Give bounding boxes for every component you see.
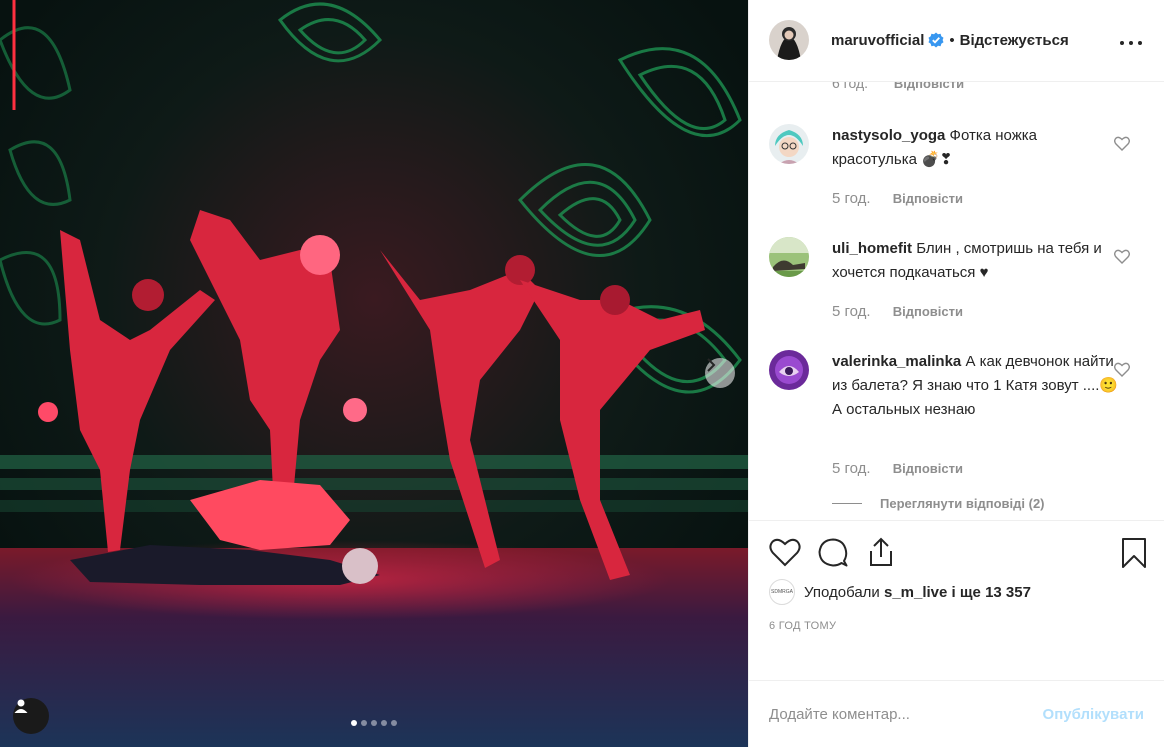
carousel-dot xyxy=(351,720,357,726)
commenter-avatar-image xyxy=(769,349,809,390)
more-dot xyxy=(1129,41,1133,45)
user-tag-icon xyxy=(14,699,28,713)
comment-item: valerinka_malinka А как девчонок найти и… xyxy=(769,349,1149,490)
comment-meta: 5 год. Відповісти xyxy=(832,460,963,477)
reply-button[interactable]: Відповісти xyxy=(893,191,963,206)
instagram-post-modal: maruvofficial • Відстежується 6 год. Від… xyxy=(0,0,1164,747)
comment-meta: 5 год. Відповісти xyxy=(832,190,963,207)
liker-username[interactable]: s_m_live xyxy=(884,584,947,601)
chevron-right-icon xyxy=(707,358,716,372)
comment-time: 5 год. xyxy=(832,302,871,320)
commenter-username[interactable]: valerinka_malinka xyxy=(832,353,961,370)
comment-icon[interactable] xyxy=(817,537,849,569)
author-avatar-image xyxy=(769,20,809,61)
tagged-users-button[interactable] xyxy=(13,698,49,734)
commenter-avatar[interactable] xyxy=(769,349,809,390)
replies-divider xyxy=(832,502,862,504)
post-header: maruvofficial • Відстежується xyxy=(749,0,1164,82)
comment-body: valerinka_malinka А как девчонок найти и… xyxy=(832,350,1122,422)
add-comment-bar: Опублікувати xyxy=(749,680,1164,747)
comment-body: uli_homefit Блин , смотришь на тебя и хо… xyxy=(832,237,1122,285)
commenter-avatar-image xyxy=(769,123,809,164)
publish-button[interactable]: Опублікувати xyxy=(1043,706,1144,723)
likes-count[interactable]: 13 357 xyxy=(985,584,1031,601)
comment-time: 6 год. xyxy=(832,81,869,91)
comment-item: nastysolo_yoga Фотка ножка красотулька 💣… xyxy=(769,123,1149,224)
comment-meta: 6 год. Відповісти xyxy=(832,82,964,91)
comment-input[interactable] xyxy=(769,705,1043,723)
author-avatar[interactable] xyxy=(769,20,809,61)
post-side-panel: maruvofficial • Відстежується 6 год. Від… xyxy=(748,0,1164,747)
likes-prefix: Уподобали xyxy=(804,583,880,601)
likes-summary: SDMRGA Уподобали s_m_live і ще 13 357 xyxy=(769,579,1031,606)
carousel-dot xyxy=(391,720,397,726)
reply-button[interactable]: Відповісти xyxy=(894,82,964,91)
next-photo-button[interactable] xyxy=(705,358,735,388)
post-timestamp[interactable]: 6 ГОД ТОМУ xyxy=(769,620,836,632)
liker-avatar[interactable]: SDMRGA xyxy=(769,579,795,606)
likes-text: Уподобали s_m_live і ще 13 357 xyxy=(804,584,1031,601)
comment-time: 5 год. xyxy=(832,459,871,477)
view-replies-button[interactable]: Переглянути відповіді (2) xyxy=(832,496,1045,511)
comment-item: uli_homefit Блин , смотришь на тебя и хо… xyxy=(769,236,1149,337)
comment-heart-icon[interactable] xyxy=(1114,136,1130,151)
comments-list[interactable]: 6 год. Відповісти nastysolo_yoga Фотка н… xyxy=(749,82,1164,520)
comment-meta: 5 год. Відповісти xyxy=(832,303,963,320)
reply-button[interactable]: Відповісти xyxy=(893,461,963,476)
carousel-dot xyxy=(371,720,377,726)
commenter-avatar[interactable] xyxy=(769,236,809,277)
comment-heart-icon[interactable] xyxy=(1114,249,1130,264)
carousel-dot xyxy=(381,720,387,726)
commenter-avatar-image xyxy=(769,236,809,277)
view-replies-label: Переглянути відповіді (2) xyxy=(880,495,1045,511)
carousel-indicator xyxy=(0,720,748,726)
carousel-dot xyxy=(361,720,367,726)
heart-icon[interactable] xyxy=(769,537,801,567)
comment-time: 5 год. xyxy=(832,189,871,207)
reply-button[interactable]: Відповісти xyxy=(893,304,963,319)
liker-avatar-text: SDMRGA xyxy=(771,589,793,596)
author-username[interactable]: maruvofficial xyxy=(831,32,924,49)
more-dot xyxy=(1138,41,1142,45)
more-dot xyxy=(1120,41,1124,45)
commenter-avatar[interactable] xyxy=(769,123,809,164)
comment-body: nastysolo_yoga Фотка ножка красотулька 💣… xyxy=(832,124,1122,172)
comment-heart-icon[interactable] xyxy=(1114,362,1130,377)
share-icon[interactable] xyxy=(867,537,895,567)
likes-middle[interactable]: і ще xyxy=(952,584,981,601)
verified-badge-icon xyxy=(928,32,944,48)
commenter-username[interactable]: nastysolo_yoga xyxy=(832,127,945,144)
post-actions: SDMRGA Уподобали s_m_live і ще 13 357 6 … xyxy=(749,520,1164,680)
post-photo[interactable] xyxy=(0,0,748,747)
follow-status-button[interactable]: Відстежується xyxy=(960,32,1069,49)
dance-photo-image xyxy=(0,0,748,747)
bookmark-icon[interactable] xyxy=(1121,537,1147,569)
header-separator: • xyxy=(949,31,955,49)
commenter-username[interactable]: uli_homefit xyxy=(832,240,912,257)
more-options-icon[interactable] xyxy=(1120,34,1142,52)
